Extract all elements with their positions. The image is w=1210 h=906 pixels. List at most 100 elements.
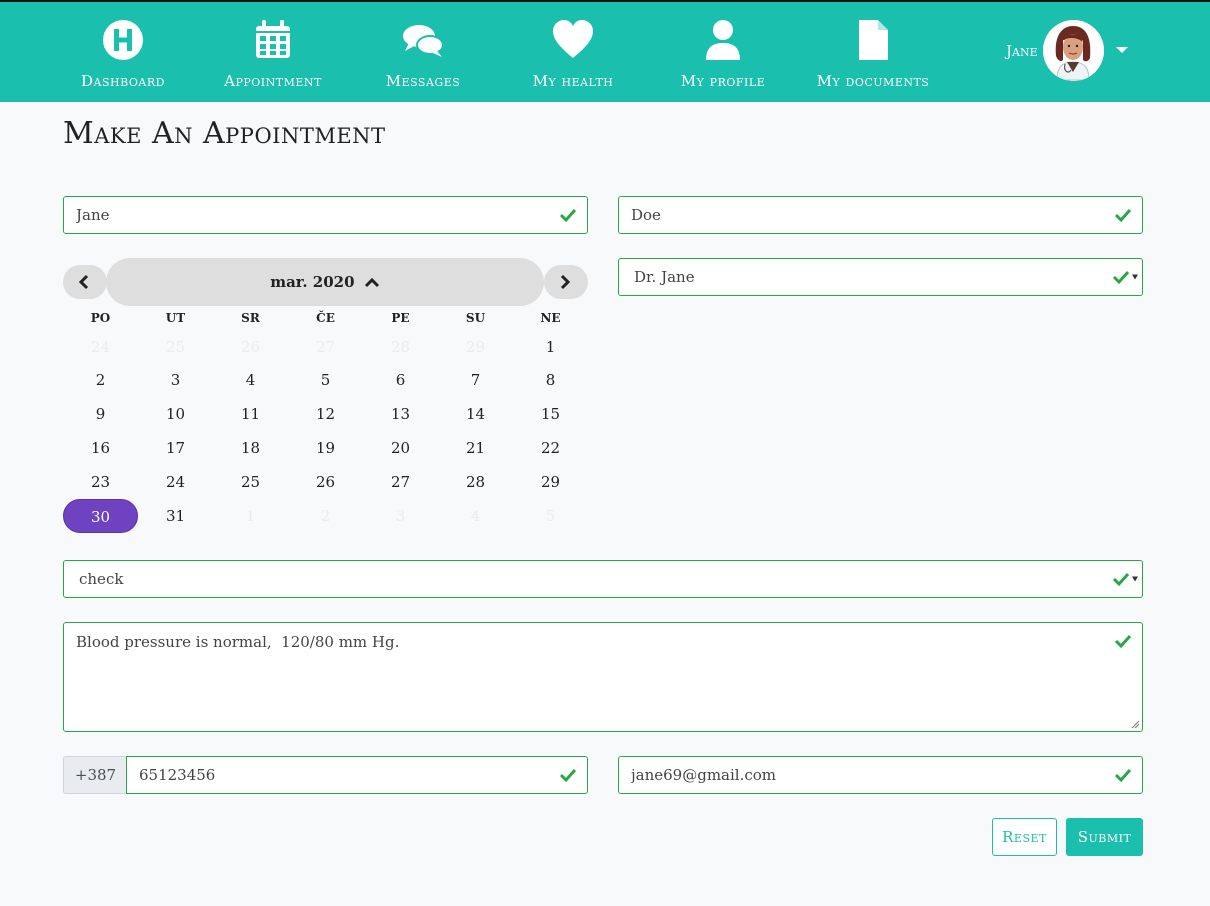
calendar-day: 29	[465, 338, 486, 356]
nav-my-health[interactable]: My health	[498, 2, 648, 102]
nav-appointment[interactable]: Appointment	[198, 2, 348, 102]
calendar-day[interactable]: 31	[138, 501, 213, 535]
calendar-day[interactable]: 20	[363, 433, 438, 467]
calendar-day[interactable]: 8	[513, 365, 588, 399]
calendar-day[interactable]: 1	[513, 332, 588, 366]
calendar-day[interactable]: 4	[213, 365, 288, 399]
calendar-day[interactable]: 22	[513, 433, 588, 467]
user-menu[interactable]: Jane	[1006, 20, 1136, 82]
nav-messages-label: Messages	[385, 72, 461, 90]
email-field	[618, 756, 1143, 794]
calendar-day: 25	[165, 338, 186, 356]
calendar-next-button[interactable]	[544, 265, 588, 299]
chevron-left-icon	[78, 274, 89, 290]
calendar-day: 2	[320, 507, 331, 525]
calendar-day[interactable]: 16	[63, 433, 138, 467]
weekday-label: PE	[391, 311, 410, 325]
calendar-day[interactable]: 17	[138, 433, 213, 467]
calendar-month-label: mar. 2020	[270, 273, 355, 291]
calendar-day[interactable]: 13	[363, 399, 438, 433]
weekday-label: UT	[165, 311, 186, 325]
nav-my-documents[interactable]: My documents	[798, 2, 948, 102]
reason-select[interactable]: check	[63, 560, 1143, 598]
calendar-day[interactable]: 10	[138, 399, 213, 433]
calendar-prev-button[interactable]	[63, 265, 107, 299]
valid-check-icon	[559, 768, 577, 783]
calendar-day[interactable]: 15	[513, 399, 588, 433]
calendar-day: 4	[470, 507, 481, 525]
calendar-day[interactable]: 3	[138, 365, 213, 399]
nav-my-health-label: My health	[532, 72, 614, 90]
top-navbar: Dashboard Appointment Messages My health…	[0, 2, 1210, 102]
calendar-day[interactable]: 29	[513, 467, 588, 501]
nav-appointment-label: Appointment	[224, 72, 322, 90]
calendar-day[interactable]: 6	[363, 365, 438, 399]
calendar-day[interactable]: 23	[63, 467, 138, 501]
date-picker: mar. 2020 PO UT SR ČE PE SU NE 24 25 26 27 28 29 1 2 3…	[63, 258, 588, 533]
calendar-day: 5	[545, 507, 556, 525]
last-name-field	[618, 196, 1143, 234]
calendar-day[interactable]: 18	[213, 433, 288, 467]
valid-check-icon	[1114, 634, 1132, 649]
valid-check-icon	[1112, 572, 1130, 587]
nav-dashboard[interactable]: Dashboard	[48, 2, 198, 102]
weekday-label: PO	[90, 311, 111, 325]
calendar-day[interactable]: 14	[438, 399, 513, 433]
calendar-day[interactable]: 11	[213, 399, 288, 433]
nav-messages[interactable]: Messages	[348, 2, 498, 102]
last-name-input[interactable]	[619, 197, 1142, 233]
calendar-weekdays: PO UT SR ČE PE SU NE	[63, 311, 588, 327]
calendar-day[interactable]: 2	[63, 365, 138, 399]
doctor-avatar-icon	[1043, 20, 1104, 81]
calendar-day: 3	[395, 507, 406, 525]
email-input[interactable]	[619, 757, 1142, 793]
chevron-up-icon	[364, 277, 379, 287]
calendar-day[interactable]: 5	[288, 365, 363, 399]
calendar-day[interactable]: 9	[63, 399, 138, 433]
chevron-right-icon	[560, 274, 571, 290]
nav-my-profile[interactable]: My profile	[648, 2, 798, 102]
doctor-select-value: Dr. Jane	[634, 268, 695, 286]
reason-select-value: check	[79, 570, 124, 588]
calendar-day[interactable]: 27	[363, 467, 438, 501]
calendar-day[interactable]: 26	[288, 467, 363, 501]
page-title: Make An Appointment	[63, 116, 386, 151]
weekday-label: ČE	[316, 311, 335, 325]
weekday-label: SR	[241, 311, 260, 325]
weekday-label: SU	[465, 311, 486, 325]
phone-input[interactable]	[127, 757, 587, 793]
chat-bubbles-icon	[403, 25, 444, 57]
nav-my-documents-label: My documents	[816, 72, 930, 90]
heart-icon	[553, 20, 593, 58]
first-name-field	[63, 196, 588, 234]
document-icon	[859, 20, 888, 60]
calendar-icon	[256, 20, 290, 58]
user-name: Jane	[1006, 42, 1038, 60]
notes-textarea[interactable]: Blood pressure is normal, 120/80 mm Hg.	[64, 623, 1142, 731]
nav-my-profile-label: My profile	[680, 72, 766, 90]
calendar-day[interactable]: 24	[138, 467, 213, 501]
calendar-day: 1	[245, 507, 256, 525]
calendar-day[interactable]: 25	[213, 467, 288, 501]
calendar-day-selected[interactable]: 30	[63, 499, 138, 533]
valid-check-icon	[1114, 768, 1132, 783]
select-arrow-icon	[1132, 274, 1138, 280]
calendar-day: 24	[90, 338, 111, 356]
calendar-day[interactable]: 28	[438, 467, 513, 501]
calendar-day[interactable]: 19	[288, 433, 363, 467]
submit-button[interactable]: Submit	[1066, 818, 1143, 856]
first-name-input[interactable]	[64, 197, 587, 233]
calendar-month-toggle[interactable]: mar. 2020	[106, 258, 544, 306]
calendar-day[interactable]: 21	[438, 433, 513, 467]
calendar-header: mar. 2020	[63, 258, 588, 306]
doctor-select[interactable]: Dr. Jane	[618, 258, 1143, 296]
calendar-day[interactable]: 7	[438, 365, 513, 399]
notes-field: Blood pressure is normal, 120/80 mm Hg.	[63, 622, 1143, 732]
calendar-day: 26	[240, 338, 261, 356]
reset-button[interactable]: Reset	[992, 818, 1057, 856]
user-icon	[706, 20, 740, 60]
calendar-day[interactable]: 12	[288, 399, 363, 433]
valid-check-icon	[559, 208, 577, 223]
resize-handle-icon[interactable]	[1130, 719, 1140, 729]
nav-dashboard-label: Dashboard	[81, 72, 165, 90]
